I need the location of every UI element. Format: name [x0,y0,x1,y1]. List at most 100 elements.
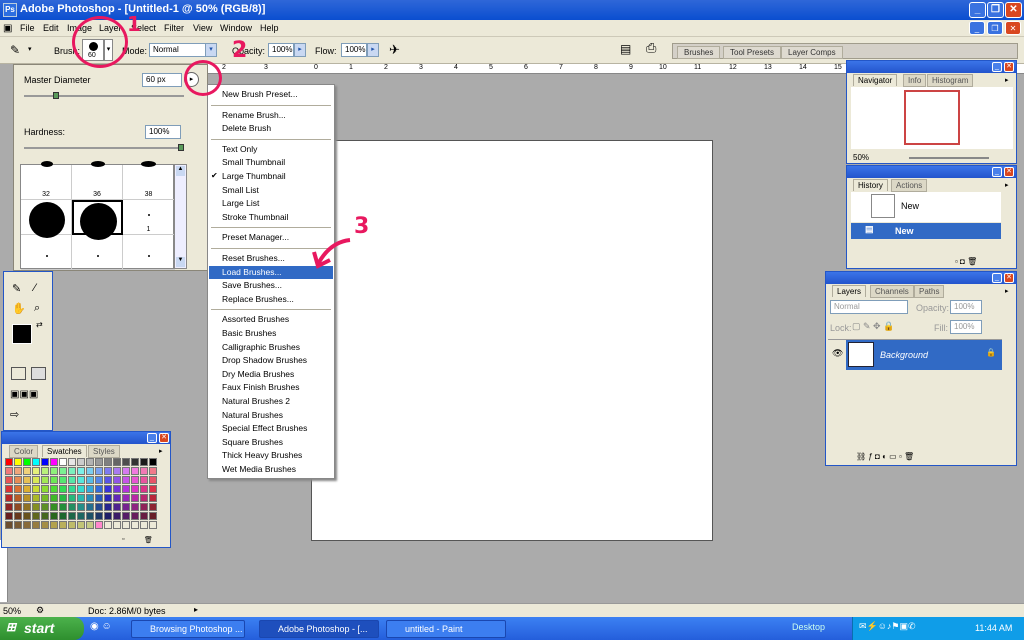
swatch-grid[interactable] [5,458,160,534]
brush-cell[interactable] [72,235,123,270]
tab-swatches[interactable]: Swatches [42,445,87,457]
menu-item-square-brushes[interactable]: Square Brushes [209,436,333,449]
brush-cell[interactable] [21,235,72,270]
brush-cell[interactable]: 1 [123,200,175,235]
tab-layers[interactable]: Layers [832,285,867,297]
brush-tool-icon[interactable]: ✎ [10,43,20,57]
swatch[interactable] [95,521,103,529]
swatch[interactable] [32,458,40,466]
swatch[interactable] [113,458,121,466]
menu-item-text-only[interactable]: Text Only [209,143,333,156]
swatch[interactable] [23,503,31,511]
scroll-up-icon[interactable]: ▲ [176,166,185,176]
opacity-field[interactable]: 100% [268,43,294,57]
document-canvas[interactable] [311,140,713,541]
brush-cell[interactable]: 32 [21,161,72,200]
swatch[interactable] [113,485,121,493]
swatch[interactable] [23,476,31,484]
swatch[interactable] [131,494,139,502]
swap-colors-icon[interactable]: ⇄ [36,320,43,329]
visibility-eye-icon[interactable]: 👁 [832,348,843,359]
swatch[interactable] [14,512,22,520]
brush-cell[interactable]: 36 [72,161,123,200]
navigator-thumbnail[interactable] [851,87,1013,149]
brush-cell-selected[interactable]: 60 [72,200,123,240]
swatch[interactable] [14,521,22,529]
zoom-slider[interactable] [909,157,989,159]
brush-cell[interactable]: 38 [123,161,175,200]
swatch[interactable] [122,512,130,520]
blend-mode-select[interactable]: Normal [830,300,908,314]
history-state-row[interactable]: ▤ New [851,223,1001,239]
menu-item-drop-shadow-brushes[interactable]: Drop Shadow Brushes [209,354,333,367]
start-button[interactable]: ⊞ start [0,617,84,640]
swatch[interactable] [68,512,76,520]
quick-mask-icon[interactable] [31,367,46,380]
layer-row[interactable]: 👁 Background 🔒 [828,339,1002,370]
swatch[interactable] [140,476,148,484]
swatch[interactable] [122,467,130,475]
swatch[interactable] [59,494,67,502]
swatch[interactable] [77,503,85,511]
swatch[interactable] [86,476,94,484]
swatch[interactable] [95,485,103,493]
tab-navigator[interactable]: Navigator [853,74,898,86]
swatch[interactable] [32,467,40,475]
standard-mode-icon[interactable] [11,367,26,380]
swatch[interactable] [59,467,67,475]
file-browser-icon[interactable]: ▤ [620,42,631,56]
swatch[interactable] [41,476,49,484]
swatch[interactable] [59,485,67,493]
swatch[interactable] [14,485,22,493]
swatch[interactable] [86,503,94,511]
zoom-tool-icon[interactable]: ⌕ [34,302,40,315]
panel-close-icon[interactable]: ✕ [1004,273,1014,283]
swatch[interactable] [50,476,58,484]
hardness-slider-track[interactable] [24,144,184,151]
swatch[interactable] [86,485,94,493]
panel-menu-icon[interactable]: ▸ [159,447,163,455]
swatch[interactable] [149,458,157,466]
menu-window[interactable]: Window [220,23,252,33]
swatch[interactable] [32,494,40,502]
menu-file[interactable]: File [20,23,35,33]
swatch[interactable] [5,494,13,502]
doc-icon[interactable]: ▣ [3,23,12,34]
swatch[interactable] [77,521,85,529]
swatch[interactable] [50,521,58,529]
swatch[interactable] [122,458,130,466]
tab-histogram[interactable]: Histogram [927,74,974,87]
swatch[interactable] [122,521,130,529]
swatch[interactable] [41,458,49,466]
swatch[interactable] [50,458,58,466]
swatch[interactable] [113,521,121,529]
status-zoom[interactable]: 50% [3,606,21,616]
swatch[interactable] [41,467,49,475]
swatch[interactable] [95,476,103,484]
swatch[interactable] [68,485,76,493]
swatch[interactable] [149,512,157,520]
swatch[interactable] [41,494,49,502]
menu-item-calligraphic-brushes[interactable]: Calligraphic Brushes [209,341,333,354]
swatch[interactable] [14,458,22,466]
tab-paths[interactable]: Paths [914,285,945,298]
menu-item-thick-heavy-brushes[interactable]: Thick Heavy Brushes [209,449,333,462]
go-to-bridge-icon[interactable]: ⎙ [646,40,656,56]
swatch[interactable] [86,512,94,520]
swatch[interactable] [140,494,148,502]
swatch[interactable] [86,458,94,466]
master-diameter-slider-track[interactable] [24,92,184,99]
foreground-color[interactable] [12,324,32,344]
swatch[interactable] [5,458,13,466]
menu-item-replace-brushes[interactable]: Replace Brushes... [209,293,333,306]
swatch[interactable] [131,512,139,520]
swatch[interactable] [113,467,121,475]
hand-tool-icon[interactable]: ✋ [12,302,26,315]
swatch[interactable] [149,494,157,502]
swatch[interactable] [41,512,49,520]
panel-minimize-icon[interactable]: _ [992,273,1002,283]
menu-item-dry-media-brushes[interactable]: Dry Media Brushes [209,368,333,381]
panel-menu-icon[interactable]: ▸ [1005,287,1009,295]
new-swatch-icon[interactable]: ▫ [122,536,124,543]
status-menu-arrow-icon[interactable]: ▸ [194,605,198,614]
